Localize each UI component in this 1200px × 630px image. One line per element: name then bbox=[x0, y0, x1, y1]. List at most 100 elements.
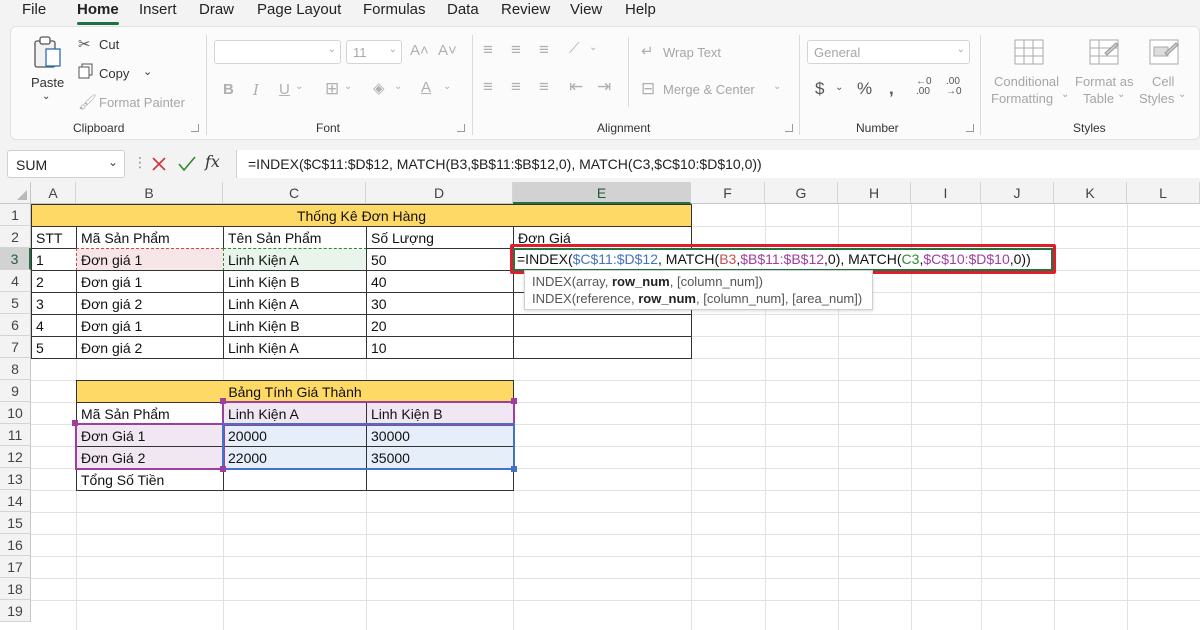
menu-help[interactable]: Help bbox=[625, 1, 656, 18]
row-header[interactable]: 12 bbox=[0, 446, 31, 468]
ref-handle[interactable] bbox=[72, 420, 78, 426]
cancel-icon[interactable] bbox=[151, 156, 167, 172]
table1-cell[interactable]: 10 bbox=[366, 336, 514, 359]
column-header-a[interactable]: A bbox=[31, 182, 76, 204]
italic-icon[interactable]: I bbox=[253, 81, 259, 99]
column-header-c[interactable]: C bbox=[223, 182, 366, 204]
column-header-e[interactable]: E bbox=[513, 182, 691, 204]
row-header[interactable]: 16 bbox=[0, 534, 31, 556]
tooltip-line-2[interactable]: INDEX(reference, row_num, [column_num], … bbox=[532, 291, 862, 306]
menu-home[interactable]: Home bbox=[77, 1, 119, 18]
cut-button[interactable]: Cut bbox=[99, 37, 119, 52]
orientation-chevron-icon[interactable]: ⌄ bbox=[589, 42, 597, 53]
font-launcher-icon[interactable] bbox=[457, 124, 465, 132]
row-header[interactable]: 15 bbox=[0, 512, 31, 534]
table1-cell-c3-ref[interactable]: Linh Kiện A bbox=[223, 248, 367, 271]
table2-title-cell[interactable]: Bảng Tính Giá Thành bbox=[76, 380, 514, 403]
increase-indent-icon[interactable]: ⇥ bbox=[597, 77, 611, 97]
percent-icon[interactable]: % bbox=[857, 79, 872, 99]
table2-total-label[interactable]: Tổng Số Tiền bbox=[76, 468, 224, 491]
table1-header-product-name[interactable]: Tên Sản Phẩm bbox=[223, 226, 367, 249]
decrease-font-icon[interactable]: A˅ bbox=[438, 42, 457, 59]
table1-cell[interactable]: 20 bbox=[366, 314, 514, 337]
align-top-icon[interactable]: ≡ bbox=[483, 40, 493, 60]
row-header[interactable]: 14 bbox=[0, 490, 31, 512]
row-header[interactable]: 18 bbox=[0, 578, 31, 600]
wrap-text-button[interactable]: Wrap Text bbox=[663, 45, 721, 60]
worksheet-grid[interactable]: A B C D E F G H I J K L 1 2 3 4 5 6 7 8 … bbox=[0, 182, 1200, 630]
row-header[interactable]: 8 bbox=[0, 358, 31, 380]
row-header[interactable]: 5 bbox=[0, 292, 31, 314]
table1-cell[interactable]: Đơn giá 1 bbox=[76, 270, 224, 293]
row-header[interactable]: 13 bbox=[0, 468, 31, 490]
currency-icon[interactable]: $ bbox=[815, 79, 824, 99]
copy-button[interactable]: Copy bbox=[99, 66, 129, 81]
ref-handle[interactable] bbox=[511, 466, 517, 472]
column-header-g[interactable]: G bbox=[765, 182, 838, 204]
row-header[interactable]: 10 bbox=[0, 402, 31, 424]
row-header[interactable]: 1 bbox=[0, 204, 31, 226]
underline-chevron-icon[interactable]: ⌄ bbox=[295, 81, 303, 92]
decrease-decimal-icon[interactable]: .00 →0 bbox=[946, 77, 962, 97]
column-header-h[interactable]: H bbox=[838, 182, 911, 204]
align-bottom-icon[interactable]: ≡ bbox=[539, 40, 549, 60]
table1-cell[interactable]: 50 bbox=[366, 248, 514, 271]
table1-cell[interactable]: 3 bbox=[31, 292, 77, 315]
table1-title-cell[interactable]: Thống Kê Đơn Hàng bbox=[31, 204, 692, 227]
table1-cell[interactable]: Linh Kiện A bbox=[223, 292, 367, 315]
function-tooltip[interactable]: INDEX(array, row_num, [column_num]) INDE… bbox=[524, 270, 873, 310]
copy-chevron-icon[interactable]: ⌄ bbox=[143, 65, 152, 78]
font-color-icon[interactable]: A bbox=[421, 79, 431, 96]
comma-style-icon[interactable]: , bbox=[889, 79, 894, 99]
menu-review[interactable]: Review bbox=[501, 1, 550, 18]
table1-cell[interactable]: Linh Kiện B bbox=[223, 314, 367, 337]
column-header-k[interactable]: K bbox=[1054, 182, 1127, 204]
borders-icon[interactable]: ⊞ bbox=[325, 79, 339, 99]
menu-data[interactable]: Data bbox=[447, 1, 479, 18]
table1-cell[interactable]: 40 bbox=[366, 270, 514, 293]
formula-input[interactable]: =INDEX($C$11:$D$12, MATCH(B3,$B$11:$B$12… bbox=[236, 150, 1200, 178]
table1-cell[interactable]: Đơn giá 2 bbox=[76, 292, 224, 315]
fill-chevron-icon[interactable]: ⌄ bbox=[394, 81, 402, 92]
row-header[interactable]: 17 bbox=[0, 556, 31, 578]
row-header[interactable]: 7 bbox=[0, 336, 31, 358]
paste-chevron-icon[interactable]: ⌄ bbox=[42, 91, 50, 102]
row-header[interactable]: 3 bbox=[0, 248, 31, 270]
number-format-combo[interactable]: General ⌄ bbox=[807, 40, 970, 64]
increase-decimal-icon[interactable]: ←0.00 bbox=[916, 77, 932, 97]
table1-cell[interactable]: 4 bbox=[31, 314, 77, 337]
column-header-b[interactable]: B bbox=[76, 182, 223, 204]
table2-total-cell[interactable] bbox=[366, 468, 514, 491]
format-painter-button[interactable]: Format Painter bbox=[99, 95, 185, 110]
alignment-launcher-icon[interactable] bbox=[785, 124, 793, 132]
number-launcher-icon[interactable] bbox=[966, 124, 974, 132]
ref-handle[interactable] bbox=[511, 398, 517, 404]
row-header[interactable]: 6 bbox=[0, 314, 31, 336]
currency-chevron-icon[interactable]: ⌄ bbox=[835, 82, 843, 93]
table1-cell[interactable]: 2 bbox=[31, 270, 77, 293]
table1-cell[interactable]: 5 bbox=[31, 336, 77, 359]
select-all-button[interactable] bbox=[0, 182, 31, 204]
align-left-icon[interactable]: ≡ bbox=[483, 77, 493, 97]
paste-button[interactable]: Paste ⌄ bbox=[25, 35, 69, 107]
menu-insert[interactable]: Insert bbox=[139, 1, 177, 18]
clipboard-launcher-icon[interactable] bbox=[191, 124, 199, 132]
merge-chevron-icon[interactable]: ⌄ bbox=[773, 81, 781, 92]
borders-chevron-icon[interactable]: ⌄ bbox=[344, 81, 352, 92]
table1-header-stt[interactable]: STT bbox=[31, 226, 77, 249]
table1-cell-price[interactable] bbox=[513, 336, 692, 359]
bold-icon[interactable]: B bbox=[223, 81, 234, 98]
decrease-indent-icon[interactable]: ⇤ bbox=[569, 77, 583, 97]
align-right-icon[interactable]: ≡ bbox=[539, 77, 549, 97]
table1-cell[interactable]: Đơn giá 2 bbox=[76, 336, 224, 359]
table1-cell-price[interactable] bbox=[513, 314, 692, 337]
table1-header-quantity[interactable]: Số Lượng bbox=[366, 226, 514, 249]
fill-color-icon[interactable]: ◈ bbox=[373, 79, 385, 97]
enter-check-icon[interactable] bbox=[178, 156, 196, 172]
menu-file[interactable]: File bbox=[22, 1, 46, 18]
menu-page-layout[interactable]: Page Layout bbox=[257, 1, 341, 18]
font-name-combo[interactable]: ⌄ bbox=[214, 40, 341, 64]
align-middle-icon[interactable]: ≡ bbox=[511, 40, 521, 60]
table1-cell[interactable]: 1 bbox=[31, 248, 77, 271]
table1-cell[interactable]: Linh Kiện A bbox=[223, 336, 367, 359]
